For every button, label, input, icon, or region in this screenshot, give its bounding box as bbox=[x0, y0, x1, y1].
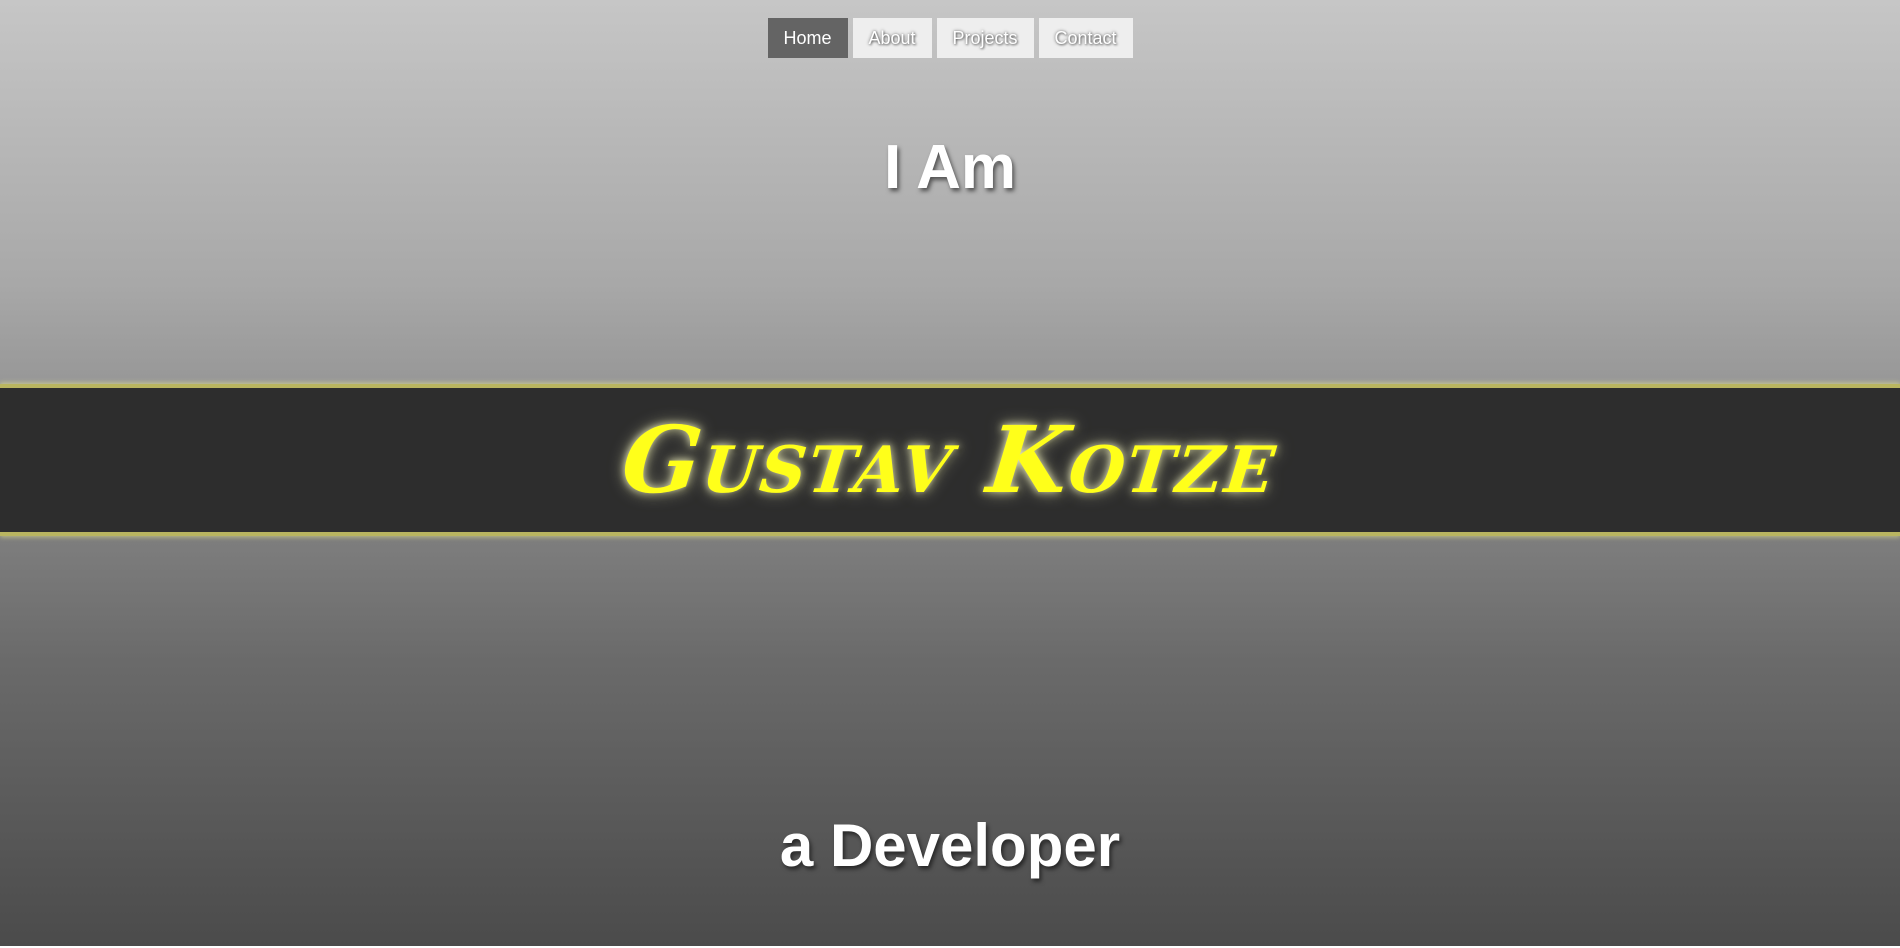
nav-about-link[interactable]: About bbox=[852, 18, 932, 58]
hero-section: Home About Projects Contact I Am Gustav … bbox=[0, 0, 1900, 946]
main-nav: Home About Projects Contact bbox=[0, 18, 1900, 58]
name-band: Gustav Kotze bbox=[0, 384, 1900, 536]
name-title: Gustav Kotze bbox=[617, 406, 1283, 514]
nav-projects-link[interactable]: Projects bbox=[936, 18, 1034, 58]
intro-heading: I Am bbox=[883, 132, 1017, 202]
nav-home-link[interactable]: Home bbox=[767, 18, 848, 58]
nav-contact-link[interactable]: Contact bbox=[1038, 18, 1133, 58]
role-heading: a Developer bbox=[779, 811, 1121, 879]
